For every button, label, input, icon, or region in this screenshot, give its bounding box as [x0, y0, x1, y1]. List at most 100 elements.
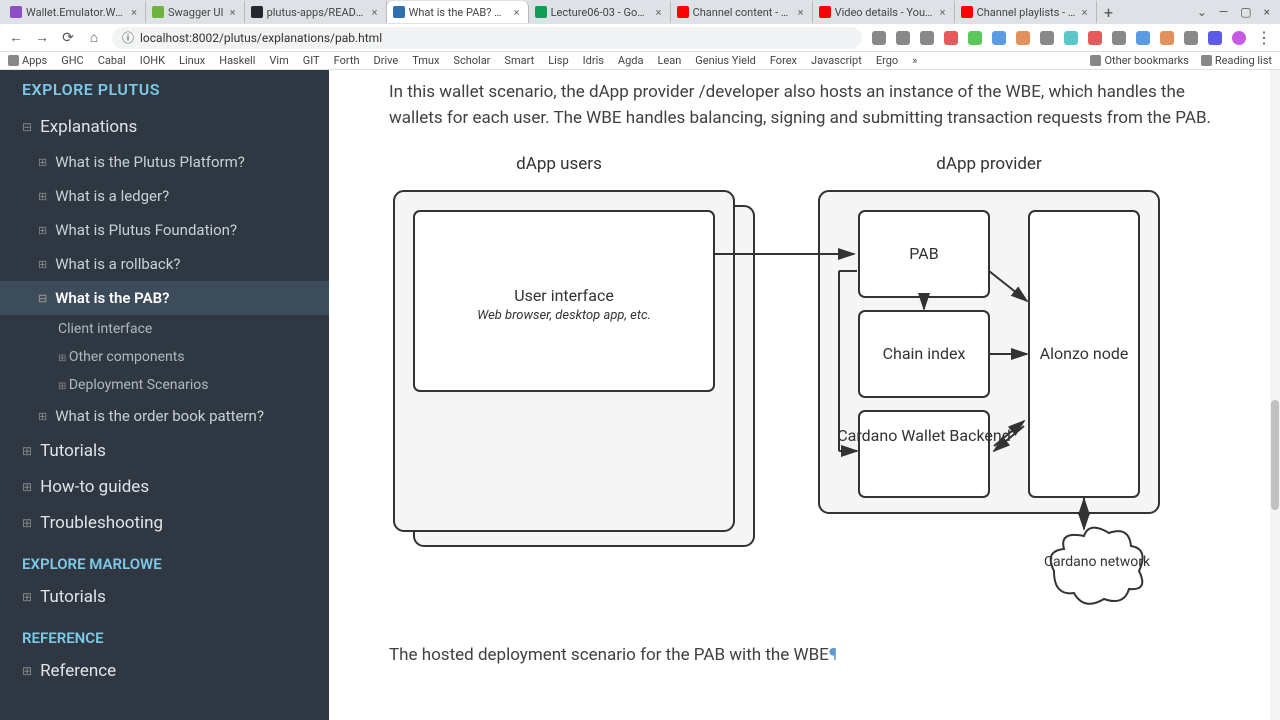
minimize-icon[interactable]: — [1219, 5, 1228, 19]
sidebar-subitem-client[interactable]: Client interface [0, 315, 329, 343]
ext-icon-9[interactable] [1136, 31, 1150, 45]
permalink-icon[interactable]: ¶ [829, 645, 837, 665]
send-icon[interactable] [896, 31, 910, 45]
bookmark-apps[interactable]: Apps [8, 54, 47, 67]
sidebar-item-rollback[interactable]: What is a rollback? [0, 247, 329, 281]
tab-2[interactable]: plutus-apps/README× [245, 1, 387, 23]
close-icon[interactable]: × [654, 7, 664, 17]
sidebar-item-foundation[interactable]: What is Plutus Foundation? [0, 213, 329, 247]
bookmark-drive[interactable]: Drive [374, 54, 399, 67]
bookmark-ghc[interactable]: GHC [61, 54, 84, 67]
close-icon[interactable]: × [1080, 7, 1090, 17]
site-info-icon[interactable]: ⓘ [122, 29, 134, 46]
bookmark-js[interactable]: Javascript [811, 54, 862, 67]
close-icon[interactable]: × [228, 7, 238, 17]
ext-icon-1[interactable] [944, 31, 958, 45]
back-button[interactable]: ← [8, 30, 24, 46]
home-button[interactable]: ⌂ [86, 30, 102, 46]
url-bar[interactable]: ⓘ localhost:8002/plutus/explanations/pab… [112, 27, 862, 49]
ext-icon-12[interactable] [1208, 31, 1222, 45]
bookmark-haskell[interactable]: Haskell [219, 54, 255, 67]
ext-icon-3[interactable] [992, 31, 1006, 45]
browser-toolbar: ← → ⟳ ⌂ ⓘ localhost:8002/plutus/explanat… [0, 24, 1280, 52]
close-icon[interactable]: × [512, 7, 522, 17]
tab-strip: Wallet.Emulator.Wallet× Swagger UI× plut… [0, 0, 1280, 24]
bookmark-scholar[interactable]: Scholar [453, 54, 490, 67]
bookmark-git[interactable]: GIT [303, 54, 320, 67]
bookmark-iohk[interactable]: IOHK [140, 54, 165, 67]
tab-6[interactable]: Video details - YouTub× [813, 1, 955, 23]
reload-button[interactable]: ⟳ [60, 30, 76, 46]
sidebar-item-ledger[interactable]: What is a ledger? [0, 179, 329, 213]
sidebar-reference-heading: REFERENCE [0, 615, 329, 653]
tab-1[interactable]: Swagger UI× [146, 1, 245, 23]
menu-icon[interactable]: ⋮ [1256, 28, 1272, 47]
diagram-caption: The hosted deployment scenario for the P… [389, 645, 1220, 665]
scrollbar[interactable] [1270, 70, 1280, 720]
other-bookmarks[interactable]: Other bookmarks [1090, 54, 1188, 67]
sidebar: EXPLORE PLUTUS Explanations What is the … [0, 70, 329, 720]
bookmark-vim[interactable]: Vim [269, 54, 288, 67]
bookmark-tmux[interactable]: Tmux [412, 54, 439, 67]
sidebar-subitem-other[interactable]: Other components [0, 343, 329, 371]
tab-0[interactable]: Wallet.Emulator.Wallet× [4, 1, 146, 23]
sidebar-subitem-deployment[interactable]: Deployment Scenarios [0, 371, 329, 399]
bookmark-lisp[interactable]: Lisp [548, 54, 568, 67]
bookmark-smart[interactable]: Smart [504, 54, 534, 67]
bookmark-forth[interactable]: Forth [334, 54, 360, 67]
ext-icon-8[interactable] [1112, 31, 1126, 45]
svg-text:Chain index: Chain index [883, 344, 966, 363]
sidebar-item-orderbook[interactable]: What is the order book pattern? [0, 399, 329, 433]
bookmark-forex[interactable]: Forex [770, 54, 797, 67]
ext-icon-4[interactable] [1016, 31, 1030, 45]
page: EXPLORE PLUTUS Explanations What is the … [0, 70, 1280, 720]
reading-list[interactable]: Reading list [1201, 54, 1272, 67]
maximize-icon[interactable]: ▢ [1240, 5, 1251, 19]
tab-4[interactable]: Lecture06-03 - Googl× [529, 1, 671, 23]
ext-icon-2[interactable] [968, 31, 982, 45]
bookmark-lean[interactable]: Lean [657, 54, 681, 67]
ext-icon-7[interactable] [1088, 31, 1102, 45]
bookmark-cabal[interactable]: Cabal [98, 54, 126, 67]
scrollbar-thumb[interactable] [1271, 400, 1279, 510]
bookmarks-bar: Apps GHC Cabal IOHK Linux Haskell Vim GI… [0, 52, 1280, 70]
sidebar-tutorials[interactable]: Tutorials [0, 433, 329, 469]
new-tab-button[interactable]: + [1097, 1, 1121, 23]
sidebar-howto[interactable]: How-to guides [0, 469, 329, 505]
star-icon[interactable] [920, 31, 934, 45]
sidebar-explanations[interactable]: Explanations [0, 109, 329, 145]
bookmark-agda[interactable]: Agda [618, 54, 644, 67]
svg-text:dApp provider: dApp provider [936, 154, 1042, 174]
svg-text:Cardano network: Cardano network [1044, 554, 1151, 570]
svg-text:dApp users: dApp users [516, 154, 602, 174]
ext-icon-10[interactable] [1160, 31, 1174, 45]
bookmark-overflow[interactable]: » [912, 54, 917, 67]
bookmark-ergo[interactable]: Ergo [876, 54, 898, 67]
sidebar-reference[interactable]: Reference [0, 653, 329, 689]
forward-button[interactable]: → [34, 30, 50, 46]
svg-text:Cardano Wallet Backend: Cardano Wallet Backend [837, 426, 1011, 445]
ext-icon-5[interactable] [1040, 31, 1054, 45]
window-controls: ⌄ — ▢ × [1197, 5, 1280, 19]
sidebar-item-plutus-platform[interactable]: What is the Plutus Platform? [0, 145, 329, 179]
close-icon[interactable]: × [938, 7, 948, 17]
tab-3[interactable]: What is the PAB? — Th× [387, 1, 529, 23]
bookmark-genius[interactable]: Genius Yield [695, 54, 756, 67]
chevron-down-icon[interactable]: ⌄ [1197, 5, 1207, 19]
tab-5[interactable]: Channel content - You× [671, 1, 813, 23]
ext-icon-11[interactable] [1184, 31, 1198, 45]
close-icon[interactable]: × [796, 7, 806, 17]
ext-icon-6[interactable] [1064, 31, 1078, 45]
sidebar-item-pab[interactable]: What is the PAB? [0, 281, 329, 315]
close-icon[interactable]: × [129, 7, 139, 17]
close-window-icon[interactable]: × [1264, 5, 1270, 19]
sidebar-troubleshooting[interactable]: Troubleshooting [0, 505, 329, 541]
sidebar-marlowe-tutorials[interactable]: Tutorials [0, 579, 329, 615]
bookmark-idris[interactable]: Idris [583, 54, 604, 67]
bookmark-linux[interactable]: Linux [179, 54, 205, 67]
toolbar-icons: ⋮ [872, 28, 1272, 47]
profile-avatar[interactable] [1232, 31, 1246, 45]
zoom-icon[interactable] [872, 31, 886, 45]
tab-7[interactable]: Channel playlists - You× [955, 1, 1097, 23]
close-icon[interactable]: × [370, 7, 380, 17]
